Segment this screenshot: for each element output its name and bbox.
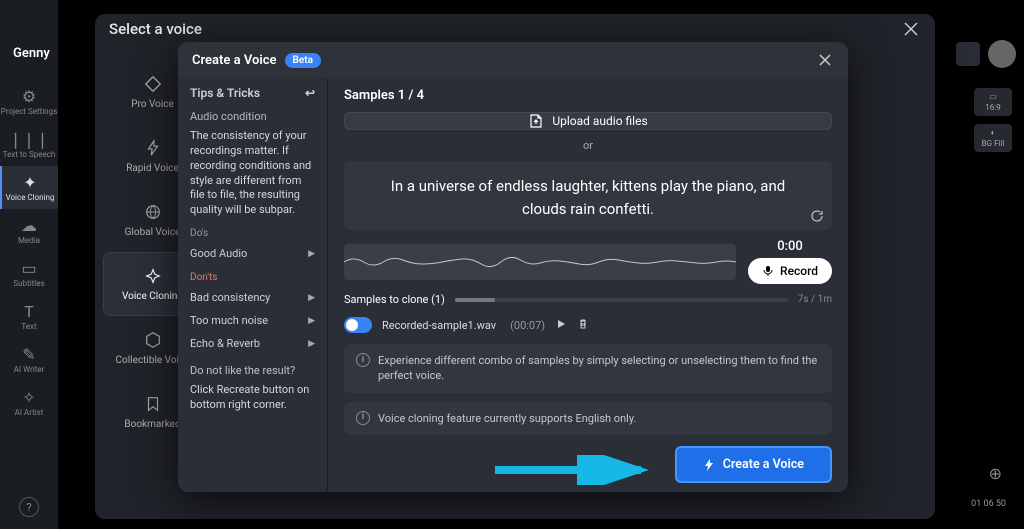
timeline-time: 01 06 50: [971, 499, 1006, 509]
globe-icon: [144, 203, 162, 221]
sparkle-icon: [144, 267, 162, 285]
tips-subtitle: Audio condition: [190, 110, 315, 123]
subtitles-icon: ▭: [20, 259, 38, 277]
info-combo: i Experience different combo of samples …: [344, 344, 832, 393]
dos-label: Do's: [190, 228, 315, 239]
media-icon: ☁: [20, 216, 38, 234]
info-icon: i: [356, 353, 370, 367]
bolt-icon: [703, 458, 715, 472]
info-english: i Voice cloning feature currently suppor…: [344, 402, 832, 435]
refresh-icon: [810, 209, 824, 223]
chevron-right-icon: ▶: [308, 316, 315, 326]
aspect-chip[interactable]: ▭16:9: [974, 88, 1012, 116]
upload-audio-button[interactable]: Upload audio files: [344, 112, 832, 130]
sidebar-item-ai-artist[interactable]: ✧ AI Artist: [0, 381, 58, 424]
sample-name: Recorded-sample1.wav: [382, 319, 496, 332]
inner-close-button[interactable]: [816, 51, 834, 69]
sidebar-item-ai-writer[interactable]: ✎ AI Writer: [0, 338, 58, 381]
sidebar-item-text-to-speech[interactable]: ❘❘❘ Text to Speech: [0, 123, 58, 166]
play-icon: [555, 318, 567, 330]
info-icon: i: [356, 411, 370, 425]
tips-paragraph: The consistency of your recordings matte…: [190, 129, 315, 218]
avatar[interactable]: [988, 40, 1016, 68]
samples-title: Samples 1 / 4: [344, 88, 832, 103]
waveform: [344, 244, 736, 280]
zoom-icon[interactable]: ⊕: [989, 464, 1002, 483]
sidebar-item-subtitles[interactable]: ▭ Subtitles: [0, 252, 58, 295]
help-button[interactable]: ?: [19, 497, 39, 517]
create-voice-button[interactable]: Create a Voice: [675, 446, 832, 483]
diamond-icon: [144, 75, 162, 93]
text-icon: T: [20, 302, 38, 320]
close-icon: [819, 54, 831, 66]
right-chips: ▭16:9 ◐BG Fill: [974, 88, 1012, 152]
record-timer: 0:00: [777, 239, 803, 254]
top-right-controls: [956, 40, 1016, 68]
clone-icon: ✦: [21, 173, 39, 191]
tip-good-audio[interactable]: Good Audio ▶: [190, 245, 315, 262]
create-voice-modal: Create a Voice Beta Tips & Tricks ↩ Audi…: [178, 42, 848, 492]
record-button[interactable]: Record: [748, 258, 832, 284]
inner-modal-title: Create a Voice: [192, 53, 277, 68]
bolt-icon: [144, 139, 162, 157]
sidebar-item-project-settings[interactable]: ⚙ Project Settings: [0, 80, 58, 123]
pen-icon: ✎: [20, 345, 38, 363]
beta-badge: Beta: [285, 53, 321, 68]
clone-progress: [455, 298, 788, 302]
sample-toggle[interactable]: [344, 317, 372, 333]
app-logo: Genny: [13, 46, 50, 61]
chevron-right-icon: ▶: [308, 249, 315, 259]
upload-icon: [528, 113, 544, 129]
app-sidebar: Genny ⚙ Project Settings ❘❘❘ Text to Spe…: [0, 0, 58, 529]
clone-samples-label: Samples to clone (1): [344, 293, 445, 306]
sample-duration: (00:07): [510, 319, 545, 332]
close-icon: [904, 22, 918, 36]
dislike-answer: Click Recreate button on bottom right co…: [190, 383, 315, 413]
tip-bad-consistency[interactable]: Bad consistency ▶: [190, 289, 315, 306]
or-divider: or: [344, 139, 832, 152]
outer-close-button[interactable]: [901, 19, 921, 39]
sample-play-button[interactable]: [555, 318, 567, 333]
settings-icon: ⚙: [20, 87, 38, 105]
sidebar-item-voice-cloning[interactable]: ✦ Voice Cloning: [0, 166, 58, 209]
tips-title: Tips & Tricks: [190, 86, 260, 100]
tts-icon: ❘❘❘: [20, 130, 38, 148]
outer-modal-title: Select a voice: [109, 20, 202, 38]
main-panel: Samples 1 / 4 Upload audio files or In a…: [328, 78, 848, 492]
tip-too-much-noise[interactable]: Too much noise ▶: [190, 312, 315, 329]
sidebar-item-media[interactable]: ☁ Media: [0, 209, 58, 252]
mic-icon: [762, 265, 774, 277]
refresh-script-button[interactable]: [810, 208, 824, 222]
chevron-right-icon: ▶: [308, 339, 315, 349]
bgfill-chip[interactable]: ◐BG Fill: [974, 124, 1012, 152]
brush-icon: ✧: [20, 388, 38, 406]
trash-icon: [577, 318, 589, 330]
dislike-question: Do not like the result?: [190, 364, 315, 377]
tips-panel: Tips & Tricks ↩ Audio condition The cons…: [178, 78, 328, 492]
chevron-right-icon: ▶: [308, 293, 315, 303]
sample-item: Recorded-sample1.wav (00:07): [344, 315, 832, 335]
export-icon[interactable]: [956, 42, 980, 66]
sidebar-item-text[interactable]: T Text: [0, 295, 58, 338]
script-text: In a universe of endless laughter, kitte…: [368, 175, 808, 220]
sample-delete-button[interactable]: [577, 318, 589, 333]
donts-label: Don'ts: [190, 272, 315, 283]
hex-icon: [144, 331, 162, 349]
tip-echo-reverb[interactable]: Echo & Reverb ▶: [190, 335, 315, 352]
clone-time: 7s / 1m: [798, 294, 832, 305]
script-box: In a universe of endless laughter, kitte…: [344, 161, 832, 230]
collapse-icon[interactable]: ↩: [305, 86, 315, 100]
bookmark-icon: [144, 395, 162, 413]
